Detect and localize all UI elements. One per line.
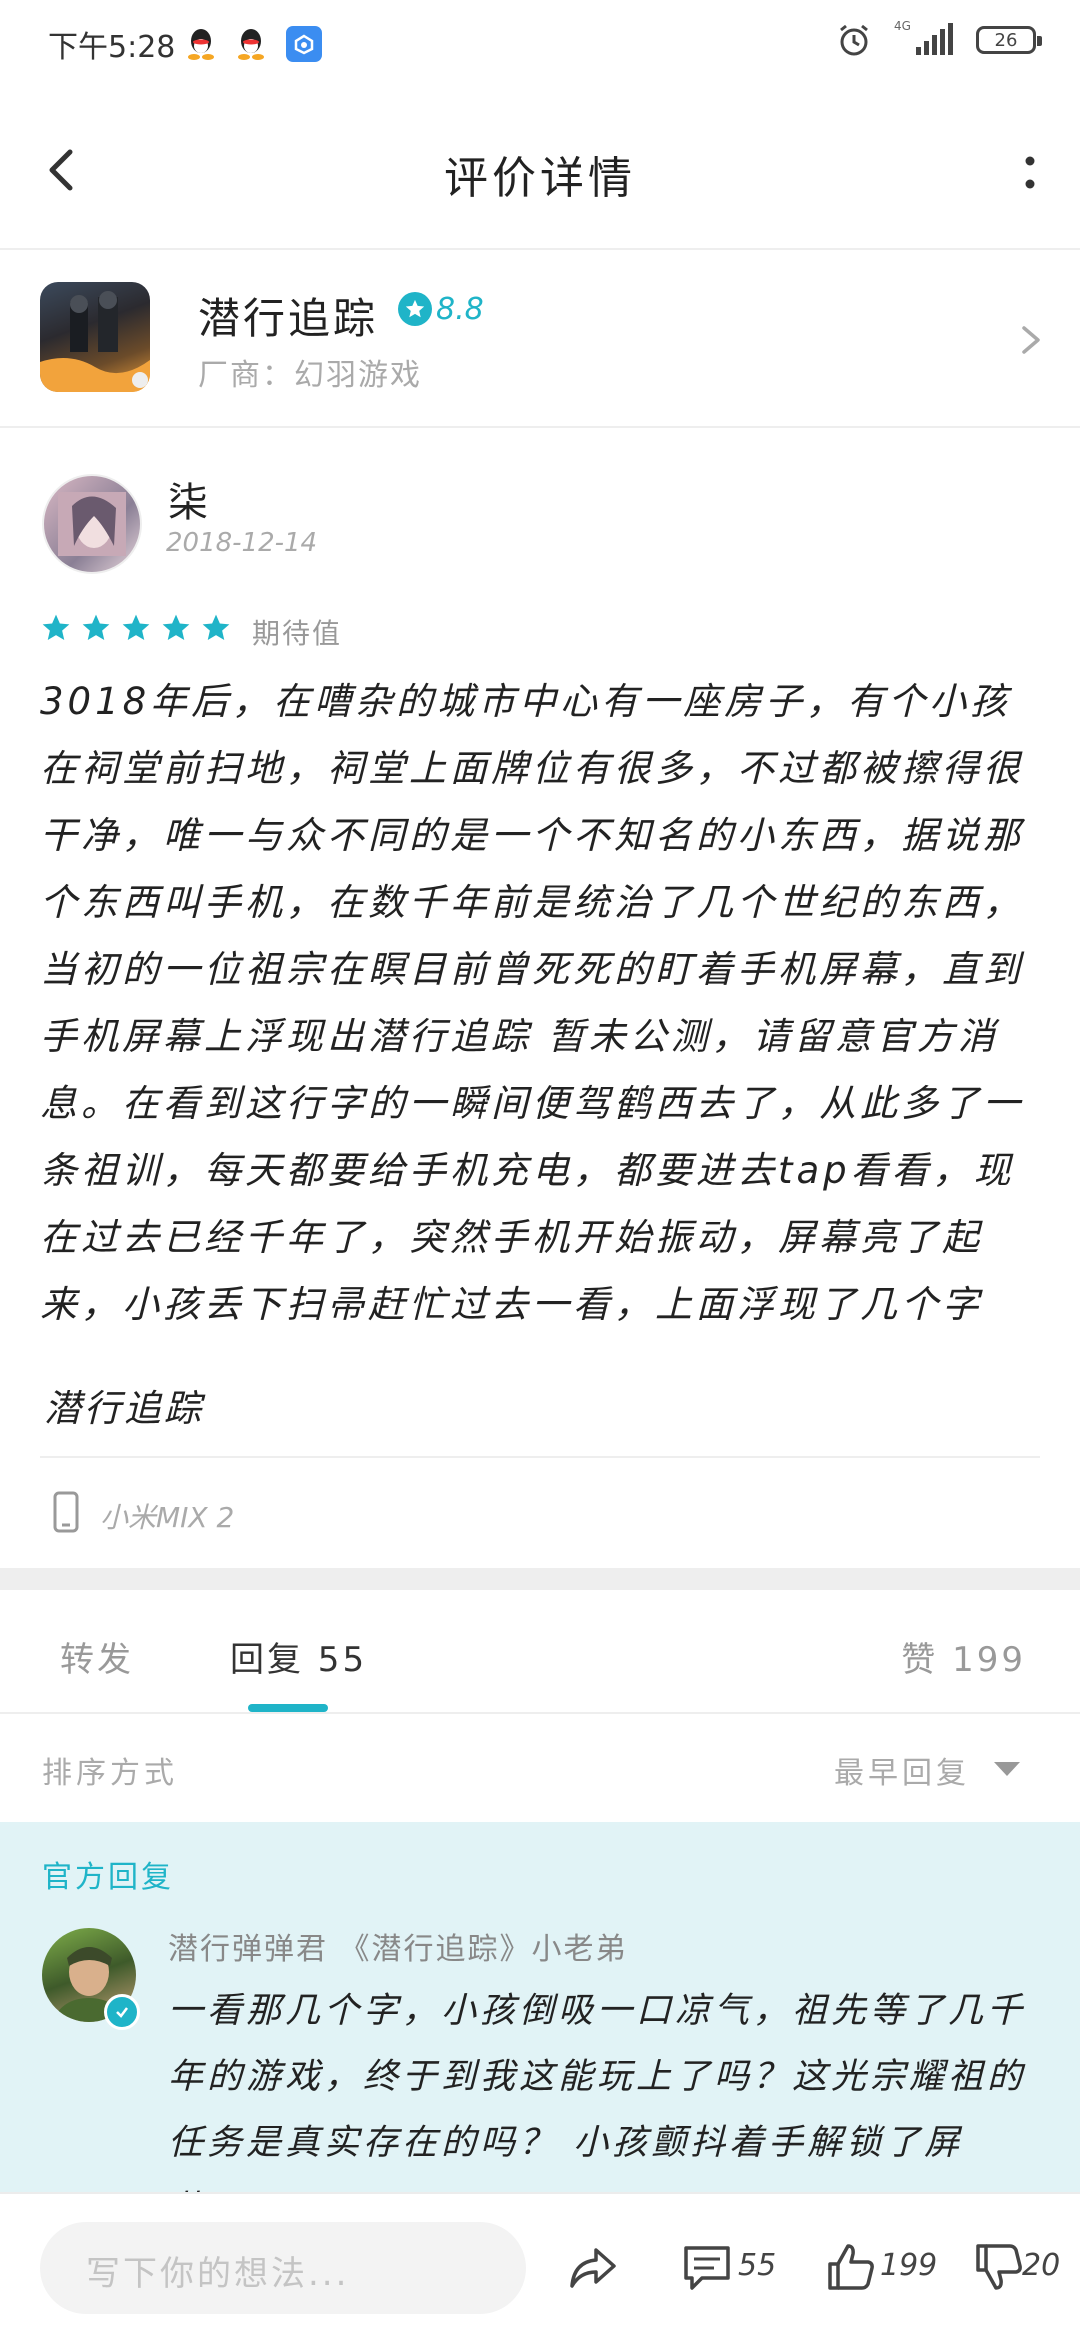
qq-icon [238, 29, 264, 60]
tab-replies[interactable]: 回复 55 [230, 1632, 367, 1681]
tab-likes[interactable]: 赞 199 [901, 1632, 1026, 1681]
star-icon [202, 614, 230, 640]
thumbs-up-icon[interactable] [824, 2240, 878, 2294]
battery-icon: 26 [976, 26, 1042, 54]
star-icon [162, 614, 190, 640]
battery-level: 26 [994, 29, 1018, 51]
game-rating: 8.8 [436, 292, 484, 327]
official-reply-author[interactable]: 潜行弹弹君 《潜行追踪》小老弟 [168, 1924, 628, 1968]
review-date: 2018-12-14 [166, 528, 318, 558]
active-tab-indicator [248, 1704, 328, 1712]
thumbs-down-icon[interactable] [972, 2240, 1026, 2294]
qq-icon [188, 29, 214, 60]
notification-icons [186, 26, 322, 62]
page-title: 评价详情 [444, 153, 636, 204]
comment-count[interactable]: 55 [738, 2248, 776, 2283]
comment-input-placeholder[interactable]: 写下你的想法... [86, 2246, 349, 2295]
rating-label: 期待值 [252, 617, 343, 650]
dislike-count[interactable]: 20 [1022, 2248, 1060, 2283]
caret-down-icon[interactable] [994, 1762, 1020, 1776]
rating-star-icon [398, 292, 432, 326]
star-icon [122, 614, 150, 640]
app-notification-icon [286, 26, 322, 62]
device-name: 小米MIX 2 [100, 1501, 235, 1534]
review-body: 3018年后，在嘈杂的城市中心有一座房子，有个小孩在祠堂前扫地，祠堂上面牌位有很… [40, 680, 1024, 1326]
comment-icon[interactable] [680, 2240, 734, 2294]
star-icon [42, 614, 70, 640]
phone-icon [53, 1491, 79, 1533]
tab-forward[interactable]: 转发 [60, 1632, 134, 1681]
user-avatar[interactable] [42, 474, 142, 574]
game-name[interactable]: 潜行追踪 [198, 285, 378, 346]
status-time: 下午5:28 [48, 30, 176, 65]
more-options-button[interactable] [1010, 148, 1050, 198]
sort-label: 排序方式 [42, 1756, 178, 1791]
header-divider [0, 248, 1080, 250]
like-count[interactable]: 199 [880, 2248, 937, 2283]
game-icon[interactable] [40, 282, 150, 392]
signal-icon: 4G [894, 19, 954, 57]
sort-dropdown[interactable]: 最早回复 [834, 1748, 970, 1792]
tabs-divider [0, 1712, 1080, 1714]
star-icon [82, 614, 110, 640]
review-divider [40, 1456, 1040, 1458]
game-divider [0, 426, 1080, 428]
chevron-right-icon[interactable] [1016, 320, 1046, 360]
share-icon[interactable] [566, 2240, 620, 2294]
game-tag-link[interactable]: 潜行追踪 [44, 1378, 204, 1432]
verified-icon [104, 1994, 140, 2030]
status-right-icons: 4G 26 [836, 19, 1042, 58]
star-rating [40, 612, 232, 644]
game-vendor: 厂商：幻羽游戏 [198, 358, 422, 393]
official-reply-title: 官方回复 [42, 1860, 174, 1895]
alarm-icon [840, 24, 868, 56]
section-separator [0, 1568, 1080, 1590]
username[interactable]: 柒 [168, 470, 208, 528]
